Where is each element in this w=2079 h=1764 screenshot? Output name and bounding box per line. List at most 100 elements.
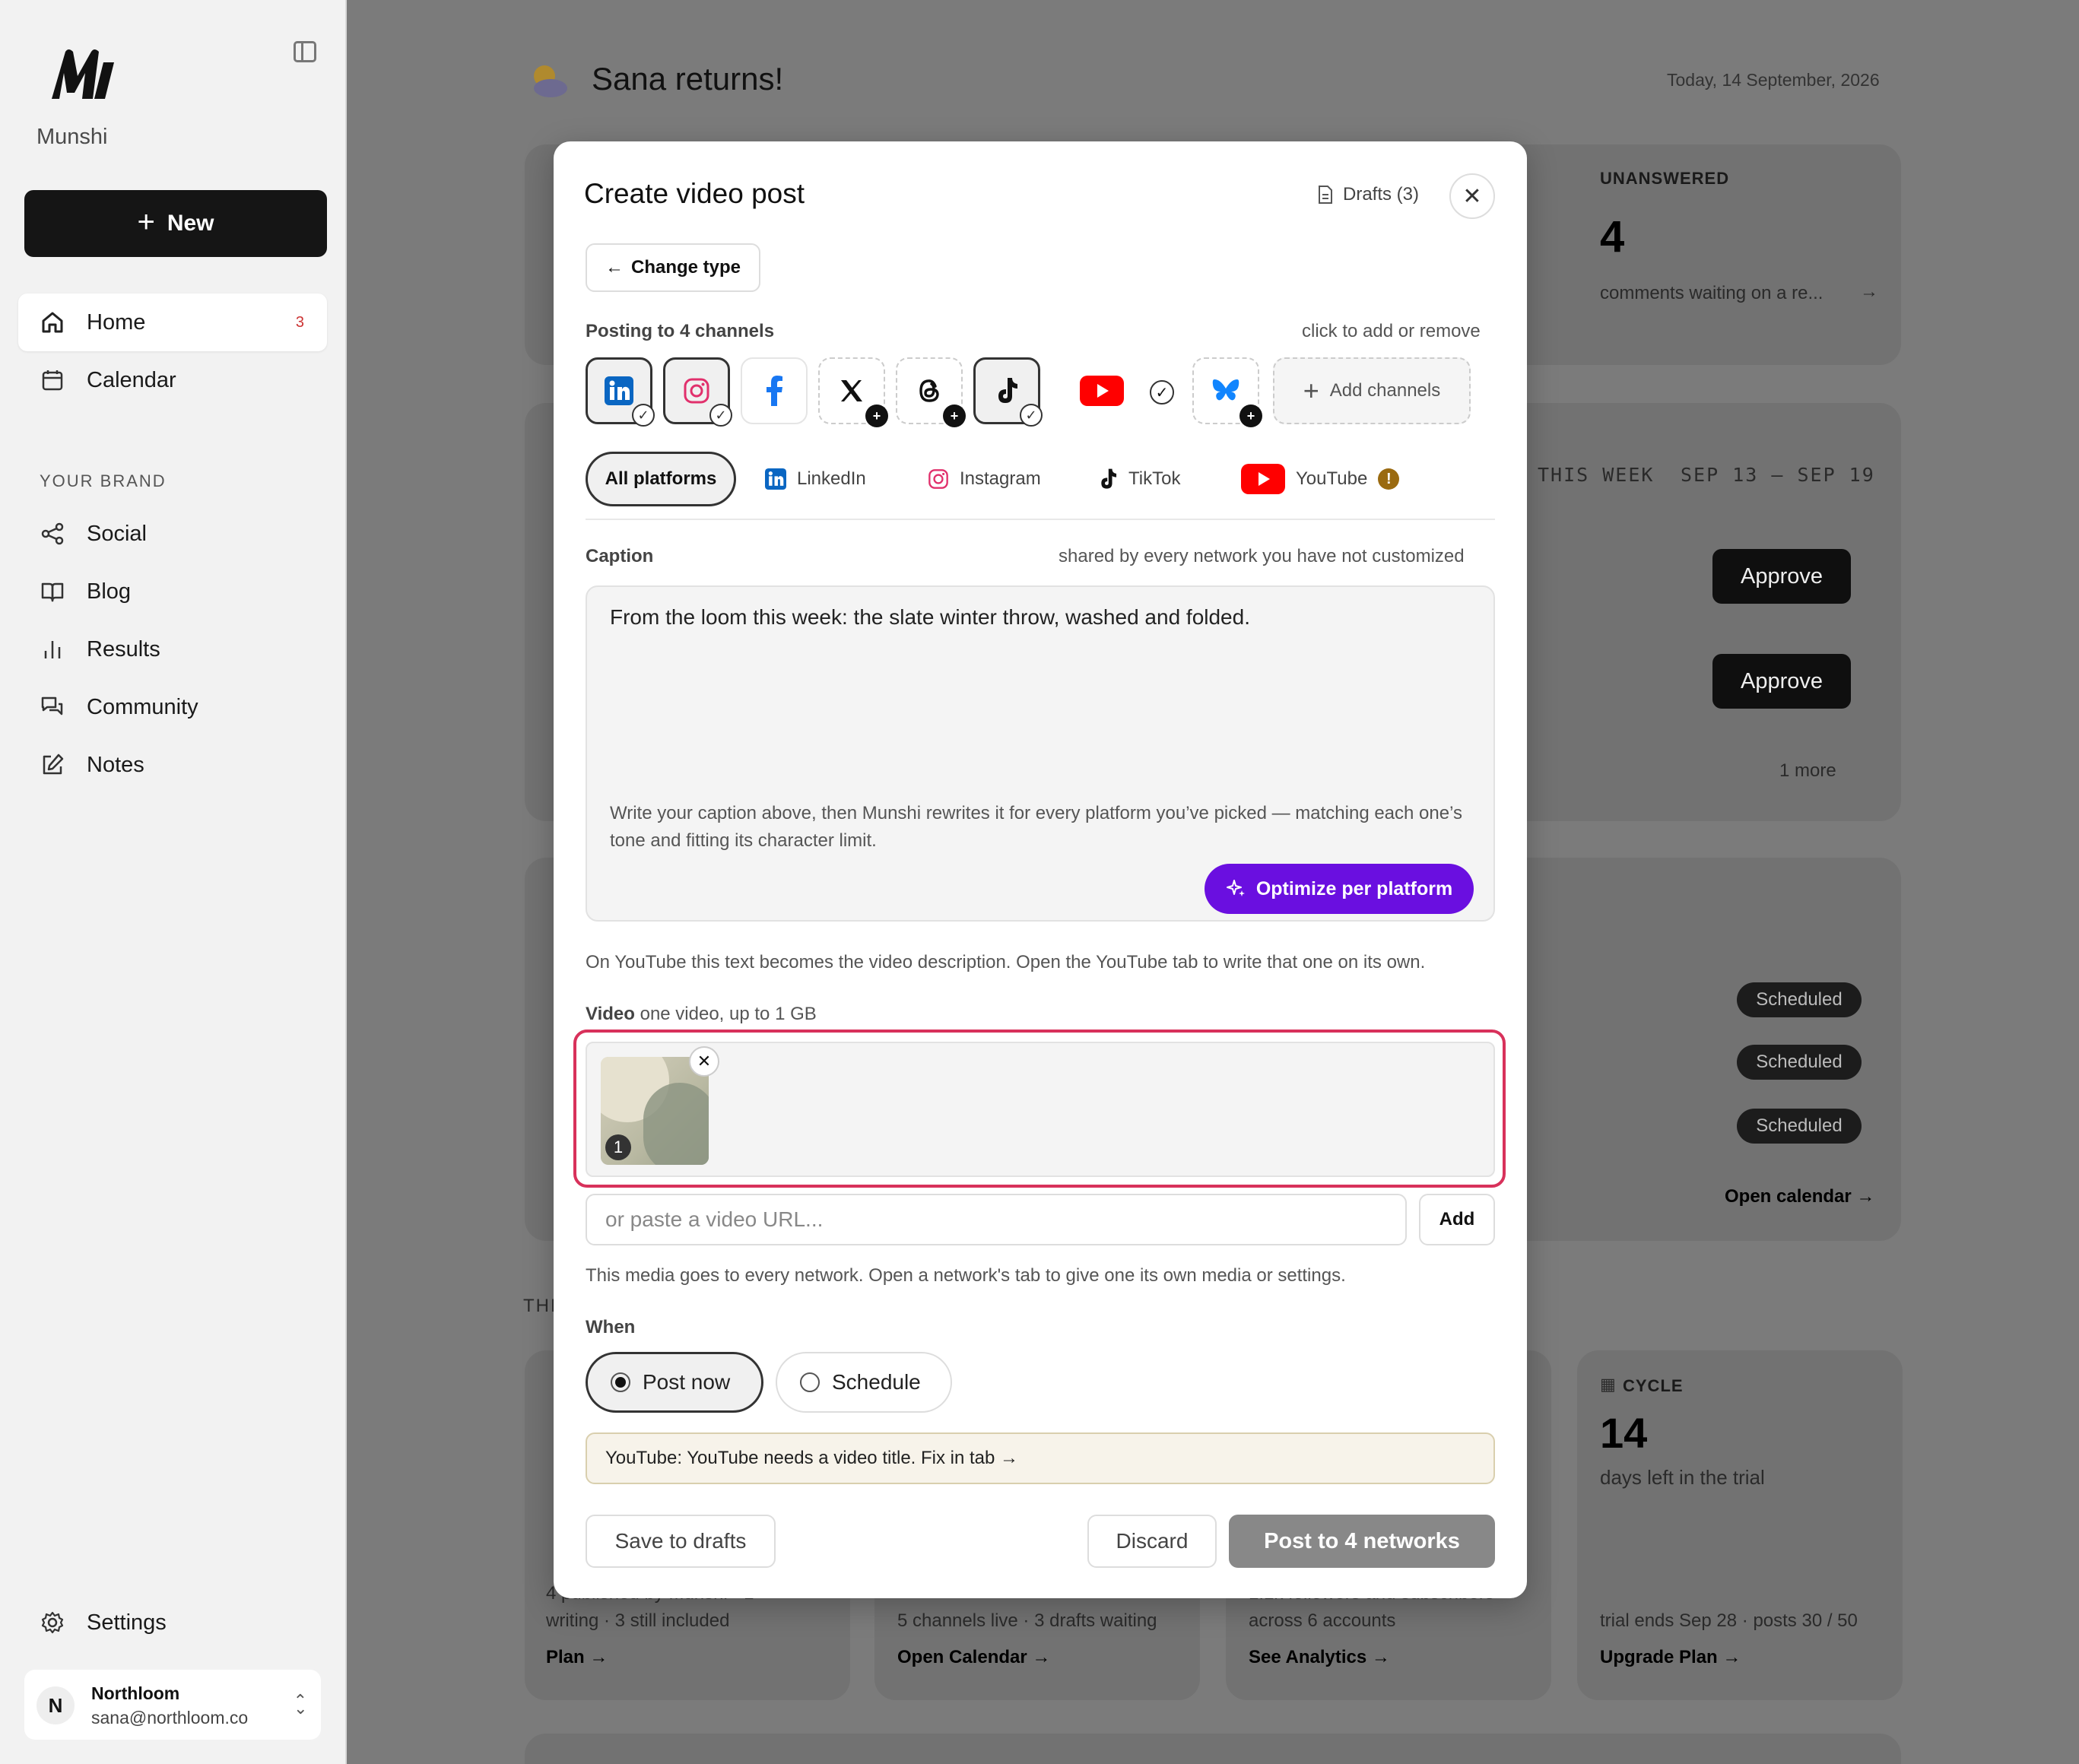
video-label: Video xyxy=(586,1004,635,1024)
channel-bluesky[interactable]: + xyxy=(1192,357,1262,427)
close-button[interactable]: ✕ xyxy=(1449,173,1495,219)
arrow-left-icon: ← xyxy=(605,257,624,278)
media-note: This media goes to every network. Open a… xyxy=(586,1265,1346,1286)
cycle-foot: trial ends Sep 28 · posts 30 / 50 xyxy=(1600,1610,1858,1631)
add-channels-label: Add channels xyxy=(1329,380,1441,401)
tab-label: All platforms xyxy=(605,468,717,489)
plan-link[interactable]: Plan → xyxy=(546,1647,608,1668)
greeting-title: Sana returns! xyxy=(592,61,784,97)
weather-sun-cloud-icon xyxy=(534,65,567,97)
open-calendar-link[interactable]: Open calendar → xyxy=(1725,1186,1874,1207)
more-link[interactable]: 1 more xyxy=(1779,760,1836,782)
close-icon: ✕ xyxy=(1462,183,1482,209)
caption-textarea[interactable]: From the loom this week: the slate winte… xyxy=(586,585,1495,922)
sidebar-item-notes[interactable]: Notes xyxy=(18,736,327,794)
save-to-drafts-button[interactable]: Save to drafts xyxy=(586,1515,776,1568)
channel-youtube[interactable] xyxy=(1078,357,1125,424)
approve-button[interactable]: Approve xyxy=(1712,654,1851,709)
youtube-title-warning[interactable]: YouTube: YouTube needs a video title. Fi… xyxy=(586,1432,1495,1484)
tab-instagram[interactable]: Instagram xyxy=(928,452,1041,506)
sidebar-item-community[interactable]: Community xyxy=(18,678,327,736)
caption-text[interactable]: From the loom this week: the slate winte… xyxy=(610,605,1250,630)
post-now-radio[interactable]: Post now xyxy=(586,1352,763,1413)
caption-hint: shared by every network you have not cus… xyxy=(1059,546,1465,566)
optimize-per-platform-button[interactable]: Optimize per platform xyxy=(1205,864,1474,914)
channel-facebook[interactable] xyxy=(741,357,808,424)
tiktok-icon xyxy=(998,378,1017,403)
status-badge: Scheduled xyxy=(1737,982,1862,1017)
tab-label: YouTube xyxy=(1296,468,1368,489)
edit-note-icon xyxy=(40,752,65,778)
book-icon xyxy=(40,579,65,604)
sidebar-item-label: Results xyxy=(87,636,160,662)
new-button[interactable]: + New xyxy=(24,190,327,257)
status-badge: Scheduled xyxy=(1737,1109,1862,1144)
discard-button[interactable]: Discard xyxy=(1087,1515,1217,1568)
close-icon: ✕ xyxy=(697,1052,712,1071)
when-label: When xyxy=(586,1317,636,1337)
sidebar: Munshi + New Home 3 Calendar YOUR BRAND … xyxy=(0,0,347,1764)
post-now-label: Post now xyxy=(643,1370,731,1394)
calendar-icon xyxy=(40,367,65,393)
bar-chart-icon xyxy=(40,636,65,662)
status-badge: Scheduled xyxy=(1737,1045,1862,1080)
upgrade-plan-link[interactable]: Upgrade Plan → xyxy=(1600,1647,1741,1668)
see-analytics-link[interactable]: See Analytics → xyxy=(1249,1647,1390,1668)
account-switcher[interactable]: N Northloom sana@northloom.co ⌃ ⌃ xyxy=(24,1670,321,1740)
bottom-card xyxy=(525,1734,1901,1764)
share-icon xyxy=(40,521,65,547)
sidebar-item-label: Blog xyxy=(87,579,132,604)
avatar: N xyxy=(37,1686,75,1724)
channel-linkedin[interactable]: ✓ xyxy=(586,357,655,427)
collapse-sidebar-icon[interactable] xyxy=(294,41,316,62)
schedule-radio[interactable]: Schedule xyxy=(776,1352,952,1413)
cycle-desc: days left in the trial xyxy=(1600,1466,1765,1489)
arrow-right-icon[interactable]: → xyxy=(1860,281,1878,303)
section-label-your-brand: YOUR BRAND xyxy=(40,471,167,490)
tab-all-platforms[interactable]: All platforms xyxy=(586,452,736,506)
sidebar-item-results[interactable]: Results xyxy=(18,620,327,678)
video-url-input[interactable] xyxy=(586,1194,1407,1245)
home-count-badge: 3 xyxy=(295,313,304,331)
bluesky-icon xyxy=(1212,379,1239,401)
sidebar-item-home[interactable]: Home 3 xyxy=(18,293,327,351)
sidebar-item-social[interactable]: Social xyxy=(18,505,327,563)
warning-icon: ! xyxy=(1378,468,1400,490)
gear-icon xyxy=(40,1610,65,1636)
threads-icon xyxy=(919,379,939,402)
linkedin-icon xyxy=(765,468,786,490)
modal-title: Create video post xyxy=(584,178,805,209)
post-button[interactable]: Post to 4 networks xyxy=(1229,1515,1495,1568)
account-email: sana@northloom.co xyxy=(91,1708,249,1728)
sidebar-item-label: Notes xyxy=(87,752,144,777)
sidebar-item-blog[interactable]: Blog xyxy=(18,563,327,620)
home-icon xyxy=(40,309,65,335)
remove-video-button[interactable]: ✕ xyxy=(689,1046,719,1077)
channel-threads[interactable]: + xyxy=(896,357,966,427)
tab-label: LinkedIn xyxy=(797,468,866,489)
channel-x[interactable]: + xyxy=(818,357,888,427)
tiktok-icon xyxy=(1101,468,1117,489)
channel-tiktok[interactable]: ✓ xyxy=(973,357,1043,427)
change-type-label: Change type xyxy=(630,257,741,278)
approve-button[interactable]: Approve xyxy=(1712,549,1851,604)
channel-instagram[interactable]: ✓ xyxy=(663,357,732,427)
checkmark-icon: ✓ xyxy=(709,404,732,427)
video-dropzone[interactable] xyxy=(586,1042,1495,1177)
change-type-button[interactable]: ← Change type xyxy=(586,243,760,292)
brand-name: Munshi xyxy=(37,125,108,149)
add-url-button[interactable]: Add xyxy=(1419,1194,1495,1245)
tab-linkedin[interactable]: LinkedIn xyxy=(765,452,866,506)
sidebar-item-settings[interactable]: Settings xyxy=(18,1594,327,1651)
drafts-label: Drafts (3) xyxy=(1343,184,1420,205)
plus-icon: + xyxy=(1303,375,1319,406)
chat-bubbles-icon xyxy=(40,694,65,720)
drafts-button[interactable]: Drafts (3) xyxy=(1317,184,1419,205)
sidebar-item-calendar[interactable]: Calendar xyxy=(18,351,327,409)
video-thumbnail[interactable]: 1 xyxy=(601,1057,709,1165)
plus-icon: + xyxy=(1239,405,1262,427)
add-channels-button[interactable]: + Add channels xyxy=(1273,357,1471,424)
tab-youtube[interactable]: YouTube ! xyxy=(1241,452,1400,506)
open-calendar-link[interactable]: Open Calendar → xyxy=(897,1647,1050,1668)
tab-tiktok[interactable]: TikTok xyxy=(1098,452,1180,506)
